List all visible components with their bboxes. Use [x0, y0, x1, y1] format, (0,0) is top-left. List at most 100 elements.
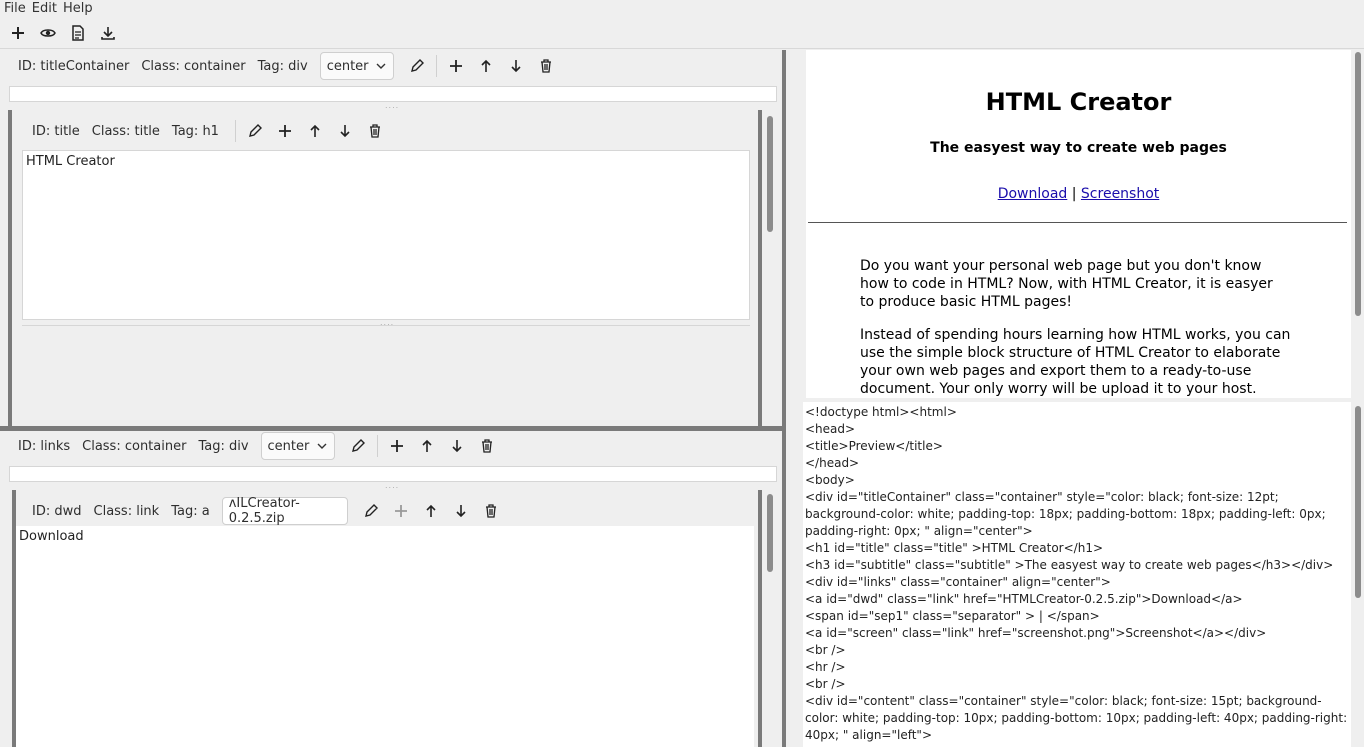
trash-icon	[540, 59, 551, 73]
block-id-label: ID: titleContainer	[18, 58, 130, 74]
block-header-dwd: ID: dwd Class: link Tag: a ʌILCreator-0.…	[32, 495, 506, 527]
chevron-down-icon	[376, 63, 386, 69]
source-line: <br />	[805, 643, 846, 657]
align-select[interactable]: center	[260, 432, 335, 460]
download-link[interactable]: Download	[998, 186, 1068, 202]
move-down-button[interactable]	[501, 52, 531, 80]
preview-button[interactable]	[34, 19, 62, 47]
plus-icon	[278, 125, 291, 137]
source-line: <hr />	[805, 660, 846, 674]
menu-file[interactable]: File	[4, 1, 26, 16]
preview-links: Download | Screenshot	[806, 186, 1351, 202]
block-class-label: Class: link	[93, 503, 160, 519]
plus-icon	[390, 440, 403, 452]
block-class-label: Class: title	[91, 123, 160, 139]
arrow-up-icon	[421, 439, 432, 452]
preview-title: HTML Creator	[985, 88, 1172, 116]
menu-edit[interactable]: Edit	[32, 1, 57, 16]
block-class-label: Class: container	[82, 438, 187, 454]
block-header-titlecontainer: ID: titleContainer Class: container Tag:…	[18, 50, 561, 82]
block-tag-label: Tag: div	[198, 438, 249, 454]
plus-icon	[394, 505, 407, 517]
main-toolbar	[0, 17, 1364, 49]
pencil-icon	[351, 439, 365, 452]
block-header-links: ID: links Class: container Tag: div cent…	[18, 430, 502, 462]
move-down-button[interactable]	[446, 497, 476, 525]
block-text-editor[interactable]: HTML Creator	[22, 150, 750, 320]
scrollbar[interactable]	[767, 494, 773, 572]
add-block-button[interactable]	[4, 19, 32, 47]
add-child-button[interactable]	[441, 52, 471, 80]
export-button[interactable]	[94, 19, 122, 47]
plus-icon	[12, 26, 24, 39]
chevron-down-icon	[317, 443, 327, 449]
source-line: <div id="titleContainer" class="containe…	[805, 490, 1330, 538]
edit-style-button[interactable]	[402, 52, 432, 80]
pencil-icon	[248, 124, 262, 137]
move-up-button[interactable]	[416, 497, 446, 525]
toolbar-separator	[234, 120, 236, 142]
move-up-button[interactable]	[471, 52, 501, 80]
preview-subtitle: The easyest way to create web pages	[930, 140, 1227, 156]
toolbar-separator	[435, 55, 437, 77]
toolbar-separator	[376, 435, 378, 457]
delete-block-button[interactable]	[472, 432, 502, 460]
edit-style-button[interactable]	[356, 497, 386, 525]
block-style-field[interactable]	[9, 86, 777, 102]
delete-block-button[interactable]	[531, 52, 561, 80]
move-up-button[interactable]	[412, 432, 442, 460]
divider	[22, 325, 750, 326]
move-up-button[interactable]	[300, 117, 330, 145]
eye-icon	[40, 28, 56, 37]
preview-paragraph: Instead of spending hours learning how H…	[860, 327, 1291, 397]
resize-grip[interactable]: ....	[385, 481, 399, 490]
source-scrollbar[interactable]	[1355, 406, 1361, 598]
menu-help[interactable]: Help	[63, 1, 93, 16]
plus-icon	[449, 60, 462, 72]
arrow-up-icon	[481, 59, 491, 72]
move-down-button[interactable]	[442, 432, 472, 460]
block-id-label: ID: title	[32, 123, 80, 139]
add-child-button[interactable]	[270, 117, 300, 145]
html-source-view[interactable]: <!doctype html><html> <head> <title>Prev…	[803, 402, 1351, 747]
add-child-button[interactable]	[386, 497, 416, 525]
block-id-label: ID: dwd	[32, 503, 82, 519]
block-id-label: ID: links	[18, 438, 71, 454]
html-preview: HTML Creator The easyest way to create w…	[806, 50, 1351, 398]
arrow-up-icon	[426, 504, 436, 517]
source-button[interactable]	[64, 19, 92, 47]
screenshot-link[interactable]: Screenshot	[1081, 186, 1159, 202]
delete-block-button[interactable]	[476, 497, 506, 525]
export-icon	[101, 26, 115, 40]
trash-icon	[481, 439, 492, 453]
arrow-down-icon	[456, 505, 466, 518]
source-line: <h3 id="subtitle" class="subtitle" >The …	[805, 558, 1334, 572]
add-child-button[interactable]	[382, 432, 412, 460]
resize-grip[interactable]: ....	[385, 101, 399, 110]
source-line: <div id="content" class="container" styl…	[805, 694, 1351, 742]
align-select[interactable]: center	[319, 52, 394, 80]
source-line: <span id="sep1" class="separator" > | </…	[805, 609, 1100, 623]
block-style-field[interactable]	[9, 466, 777, 482]
edit-style-button[interactable]	[240, 117, 270, 145]
trash-icon	[485, 504, 496, 518]
href-input[interactable]: ʌILCreator-0.2.5.zip	[221, 496, 348, 526]
delete-block-button[interactable]	[360, 117, 390, 145]
arrow-down-icon	[511, 60, 521, 73]
source-line: <!doctype html><html>	[805, 405, 957, 419]
preview-content: Do you want your personal web page but y…	[806, 223, 1351, 398]
move-down-button[interactable]	[330, 117, 360, 145]
pencil-icon	[364, 504, 378, 517]
block-header-title: ID: title Class: title Tag: h1	[32, 115, 390, 147]
block-text-editor[interactable]: Download	[16, 526, 754, 747]
align-select-value: center	[326, 58, 369, 74]
edit-style-button[interactable]	[343, 432, 373, 460]
trash-icon	[369, 124, 380, 138]
preview-paragraph: Do you want your personal web page but y…	[860, 258, 1273, 310]
menubar: File Edit Help	[0, 0, 1364, 17]
align-select-value: center	[267, 438, 310, 454]
source-line: <h1 id="title" class="title" >HTML Creat…	[805, 541, 1104, 555]
source-line: <head>	[805, 422, 856, 436]
scrollbar[interactable]	[767, 116, 773, 232]
preview-scrollbar[interactable]	[1355, 52, 1361, 316]
